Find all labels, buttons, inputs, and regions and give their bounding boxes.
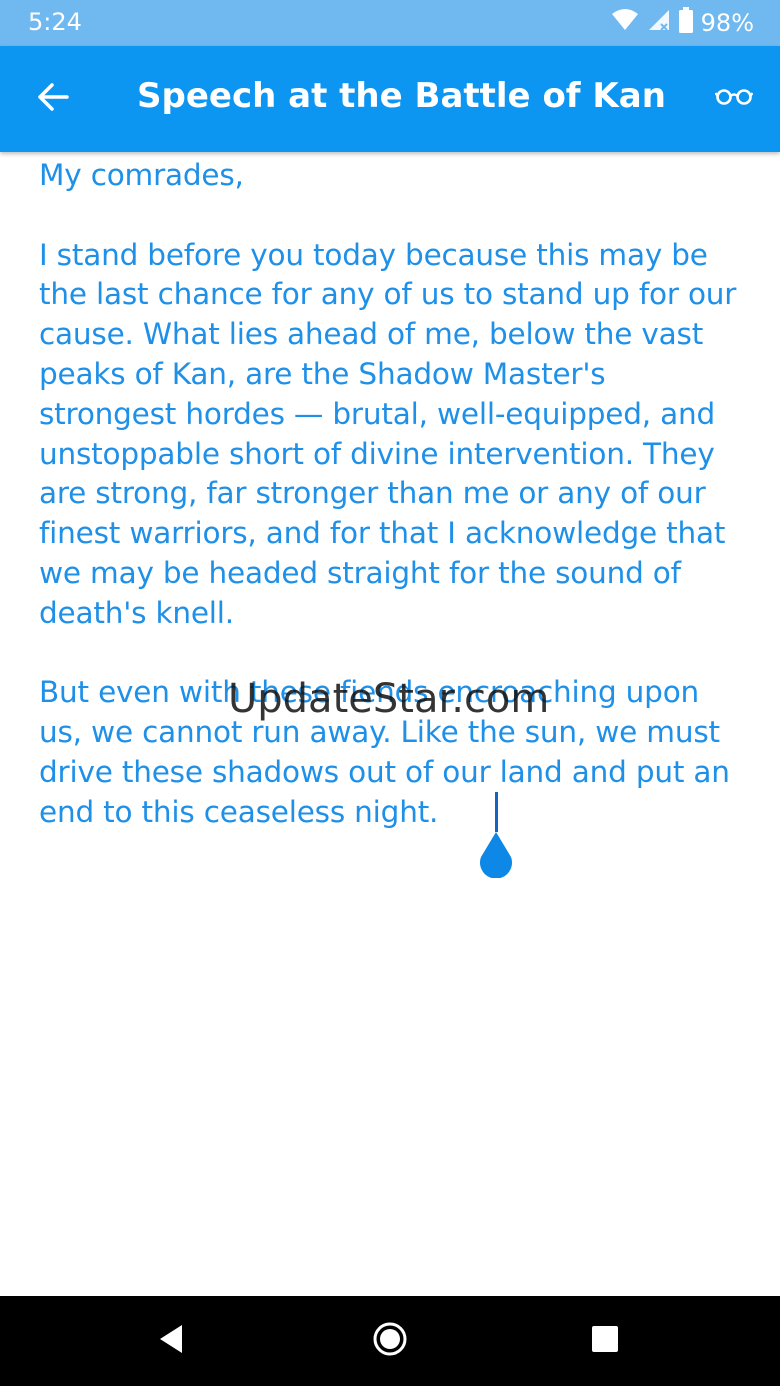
reading-mode-button[interactable] xyxy=(714,78,754,118)
nav-back-button[interactable] xyxy=(146,1316,196,1366)
cell-signal-icon xyxy=(647,8,671,38)
recents-square-icon xyxy=(590,1324,620,1358)
glasses-icon xyxy=(714,87,754,109)
back-triangle-icon xyxy=(156,1323,186,1359)
arrow-left-icon xyxy=(36,82,70,116)
back-button[interactable] xyxy=(30,76,76,122)
app-bar: Speech at the Battle of Kan xyxy=(0,46,780,152)
wifi-icon xyxy=(611,8,639,38)
battery-icon xyxy=(678,7,693,39)
system-nav-bar xyxy=(0,1296,780,1386)
page-title: Speech at the Battle of Kan xyxy=(137,76,666,116)
status-time: 5:24 xyxy=(28,8,82,36)
cursor-handle[interactable] xyxy=(476,832,516,879)
paragraph-closing: But even with these fiends encroaching u… xyxy=(39,675,730,829)
status-icons: 98% xyxy=(611,7,754,39)
home-circle-icon xyxy=(372,1321,408,1361)
nav-home-button[interactable] xyxy=(365,1316,415,1366)
status-bar: 5:24 98% xyxy=(0,0,780,46)
paragraph-body: I stand before you today because this ma… xyxy=(39,237,737,630)
nav-recents-button[interactable] xyxy=(580,1316,630,1366)
document-editor[interactable]: My comrades, I stand before you today be… xyxy=(39,156,749,856)
battery-percent: 98% xyxy=(700,9,754,37)
paragraph-greeting: My comrades, xyxy=(39,158,244,192)
text-cursor xyxy=(495,792,498,832)
